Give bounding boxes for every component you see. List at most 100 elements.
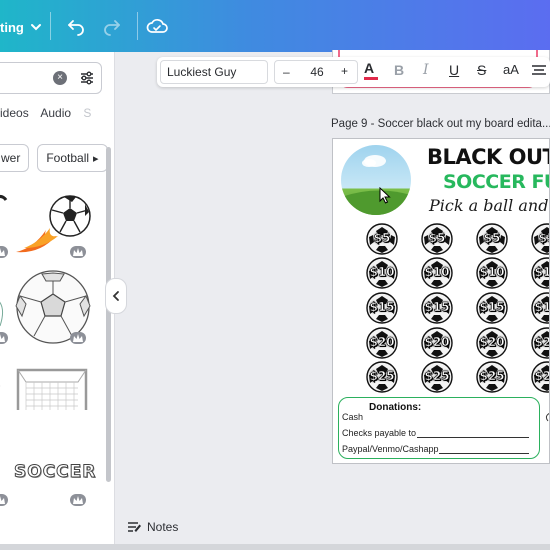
chip-football[interactable]: Football ▸ [37,144,108,172]
premium-crown-icon [70,332,86,344]
donation-cash-label: Cash [342,412,364,422]
amount-label: $10 [534,265,549,280]
redo-icon[interactable] [100,14,124,38]
bold-icon[interactable]: B [394,62,404,78]
text-color-icon: A [364,60,375,76]
donation-paypal-label: Paypal/Venmo/Cashapp [342,444,439,454]
header-divider [137,12,138,40]
editor-header: ting [0,0,550,52]
chevron-right-icon[interactable]: ▸ [93,152,99,165]
font-size-value[interactable]: 46 [305,65,329,79]
chip-label: wer [1,151,21,165]
amount-ball[interactable]: $20 [476,327,508,359]
amount-label: $10 [424,265,450,280]
editing-mode-button[interactable]: ting [0,14,48,40]
amount-ball[interactable]: $5 [366,223,398,255]
amount-ball[interactable]: $25 [531,361,549,393]
amount-label: $20 [479,335,505,350]
text-color-button[interactable]: A [364,60,378,80]
premium-crown-icon [70,494,86,506]
amount-ball[interactable]: $20 [531,327,549,359]
notes-button[interactable]: Notes [128,520,178,534]
amount-label: $25 [479,369,505,384]
chip-label: Football [46,151,90,165]
premium-crown-icon [0,332,8,344]
font-family-label: Luckiest Guy [167,65,237,79]
increase-font-size-button[interactable]: + [341,64,348,78]
amount-ball[interactable]: $25 [366,361,398,393]
tab-videos[interactable]: ideos [0,106,29,120]
header-divider [50,12,51,40]
result-partial-sketch[interactable] [0,298,10,328]
decorative-swirl [545,413,549,422]
amount-label: $15 [534,300,549,315]
page-title[interactable]: Page 9 - Soccer black out my board edita… [331,118,550,130]
font-family-dropdown[interactable]: Luckiest Guy [160,60,268,84]
filter-icon[interactable] [79,70,95,86]
amount-ball[interactable]: $5 [476,223,508,255]
strikethrough-icon[interactable]: S [477,62,486,78]
decrease-font-size-button[interactable]: – [283,65,290,79]
result-partial-ball[interactable] [0,192,8,206]
result-soccer-goal[interactable] [12,362,92,414]
donation-checks-label: Checks payable to [342,428,417,438]
elements-side-panel: × ideos Audio S wer Football ▸ SOCCER [0,52,115,544]
donation-fill-line [439,453,529,454]
italic-icon[interactable]: I [423,62,429,78]
amount-ball[interactable]: $15 [531,292,549,324]
mouse-cursor-icon [379,187,391,204]
amount-ball[interactable]: $15 [366,292,398,324]
premium-crown-icon [0,246,8,258]
bottom-status-bar [0,544,550,550]
search-input[interactable]: × [0,62,102,94]
amount-ball[interactable]: $5 [531,223,549,255]
tab-more[interactable]: S [83,106,91,120]
collapse-panel-button[interactable] [105,278,127,314]
flyer-photo[interactable] [341,145,411,215]
notes-label: Notes [147,520,179,534]
amount-label: $20 [424,335,450,350]
flyer-title-line2[interactable]: SOCCER FU [443,171,549,193]
amount-label: $20 [369,335,395,350]
amount-ball[interactable]: $15 [476,292,508,324]
chip-flower[interactable]: wer [0,144,30,172]
amount-label: $5 [373,231,391,246]
align-icon[interactable] [532,65,546,77]
underline-icon[interactable]: U [449,62,459,78]
result-soccer-word-art[interactable]: SOCCER [13,462,96,483]
flyer-title-line1[interactable]: BLACK OUT [427,145,549,169]
font-size-stepper[interactable]: – 46 + [274,60,358,84]
amount-label: $15 [369,300,395,315]
undo-icon[interactable] [64,14,88,38]
amount-label: $25 [534,369,549,384]
amount-label: $5 [538,231,549,246]
amount-label: $15 [479,300,505,315]
amount-ball[interactable]: $20 [366,327,398,359]
editing-mode-label: ting [0,19,24,35]
clear-search-icon[interactable]: × [53,71,67,85]
text-color-swatch [364,77,378,80]
amount-ball[interactable]: $10 [421,257,453,289]
amount-ball[interactable]: $10 [476,257,508,289]
amount-ball[interactable]: $20 [421,327,453,359]
amount-label: $10 [369,265,395,280]
flyer-page[interactable]: BLACK OUT SOCCER FU Pick a ball and p $5… [332,138,550,464]
amount-ball[interactable]: $5 [421,223,453,255]
amount-ball[interactable]: $25 [476,361,508,393]
premium-crown-icon [0,494,8,506]
amount-label: $20 [534,335,549,350]
donations-box[interactable]: Donations: Cash Checks payable to Paypal… [338,397,540,459]
amount-label: $15 [424,300,450,315]
result-partial-outline-ball[interactable] [0,362,10,410]
flyer-title-line3[interactable]: Pick a ball and p [429,196,549,215]
donation-fill-line [417,437,529,438]
amount-ball[interactable]: $10 [366,257,398,289]
letter-case-icon[interactable]: aA [503,62,519,77]
amount-ball[interactable]: $10 [531,257,549,289]
panel-scrollbar[interactable] [106,147,111,482]
tab-audio[interactable]: Audio [40,106,71,120]
cloud-save-icon[interactable] [145,14,169,38]
amount-label: $5 [428,231,446,246]
amount-ball[interactable]: $25 [421,361,453,393]
amount-ball[interactable]: $15 [421,292,453,324]
